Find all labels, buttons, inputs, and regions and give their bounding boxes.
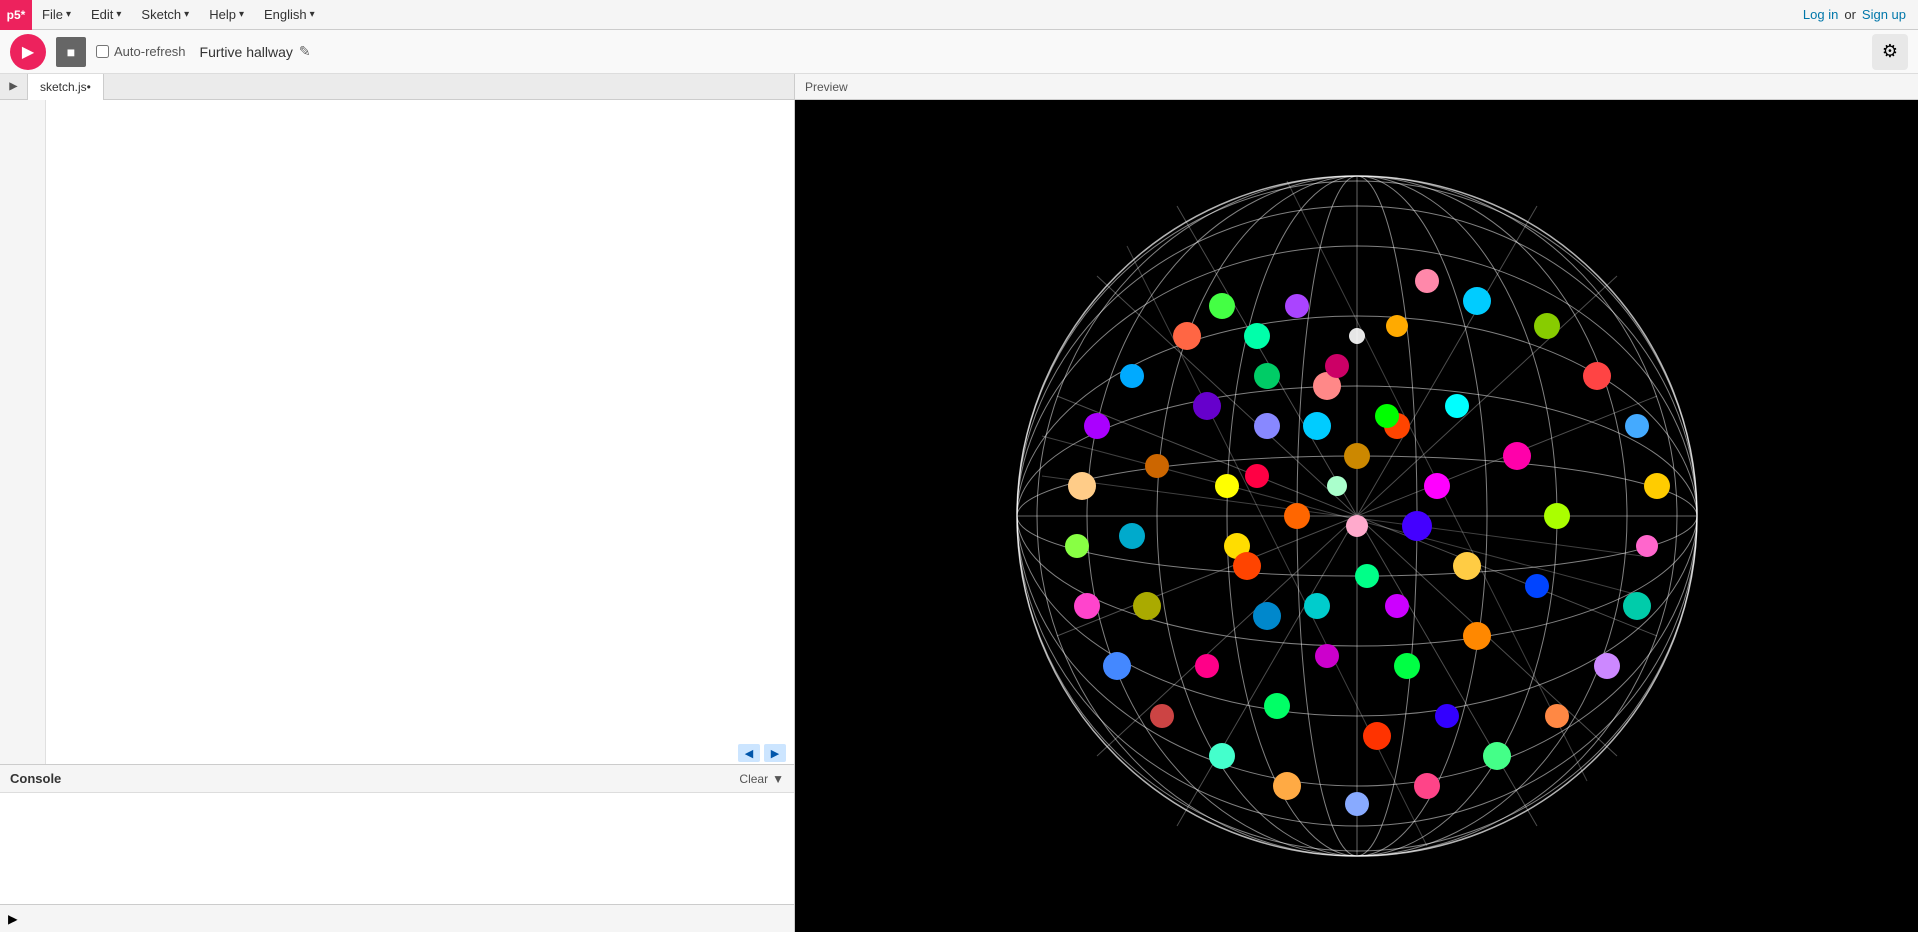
auth-section: Log in or Sign up [1791, 7, 1918, 22]
console-header: Console Clear ▼ [0, 765, 794, 793]
stop-icon: ■ [67, 44, 75, 60]
login-link[interactable]: Log in [1803, 7, 1838, 22]
code-lines [46, 100, 794, 764]
chevron-right-icon: ▶ [9, 78, 17, 95]
preview-visualization [977, 126, 1737, 906]
code-content [0, 100, 794, 764]
project-name-container: Furtive hallway ✎ [200, 43, 311, 60]
preview-panel: Preview [795, 74, 1918, 932]
console-title: Console [10, 771, 61, 786]
chevron-down-icon: ▾ [239, 9, 244, 20]
chevron-down-icon: ▾ [66, 9, 71, 20]
preview-canvas [795, 100, 1918, 932]
gear-icon: ⚙ [1882, 41, 1898, 62]
stop-button[interactable]: ■ [56, 37, 86, 67]
menu-edit[interactable]: Edit ▾ [81, 0, 131, 29]
menu-file[interactable]: File ▾ [32, 0, 81, 29]
expand-bottom-icon[interactable]: ▶ [8, 909, 18, 929]
menu-sketch[interactable]: Sketch ▾ [131, 0, 199, 29]
edit-project-name-icon[interactable]: ✎ [299, 43, 311, 60]
play-icon: ▶ [22, 42, 34, 62]
chevron-down-icon: ▾ [116, 9, 121, 20]
menu-bar: p5* File ▾ Edit ▾ Sketch ▾ Help ▾ Englis… [0, 0, 1918, 30]
project-name: Furtive hallway [200, 44, 293, 60]
console-clear-button[interactable]: Clear ▼ [739, 772, 784, 786]
settings-button[interactable]: ⚙ [1872, 34, 1908, 70]
expand-sidebar-button[interactable]: ▶ [0, 74, 28, 100]
scroll-arrows: ◀ ▶ [738, 744, 786, 762]
menu-language[interactable]: English ▾ [254, 0, 325, 29]
file-tabs: ▶ sketch.js• [0, 74, 794, 100]
console-body [0, 793, 794, 904]
chevron-down-icon: ▾ [184, 9, 189, 20]
main-layout: ▶ sketch.js• ◀ ▶ Console Clear ▼ [0, 74, 1918, 932]
preview-header: Preview [795, 74, 1918, 100]
bottom-bar: ▶ [0, 904, 794, 932]
code-editor[interactable]: ◀ ▶ [0, 100, 794, 764]
chevron-down-icon: ▾ [310, 9, 315, 20]
scroll-left-button[interactable]: ◀ [738, 744, 760, 762]
p5-logo: p5* [0, 0, 32, 30]
console-panel: Console Clear ▼ [0, 764, 794, 904]
signup-link[interactable]: Sign up [1862, 7, 1906, 22]
preview-label: Preview [805, 80, 848, 94]
chevron-down-icon: ▼ [772, 772, 784, 786]
editor-panel: ▶ sketch.js• ◀ ▶ Console Clear ▼ [0, 74, 795, 932]
line-numbers [0, 100, 46, 764]
auto-refresh-label[interactable]: Auto-refresh [96, 44, 186, 59]
sketch-js-tab[interactable]: sketch.js• [28, 74, 104, 100]
scroll-right-button[interactable]: ▶ [764, 744, 786, 762]
toolbar: ▶ ■ Auto-refresh Furtive hallway ✎ ⚙ [0, 30, 1918, 74]
menu-help[interactable]: Help ▾ [199, 0, 254, 29]
auto-refresh-checkbox[interactable] [96, 45, 109, 58]
play-button[interactable]: ▶ [10, 34, 46, 70]
